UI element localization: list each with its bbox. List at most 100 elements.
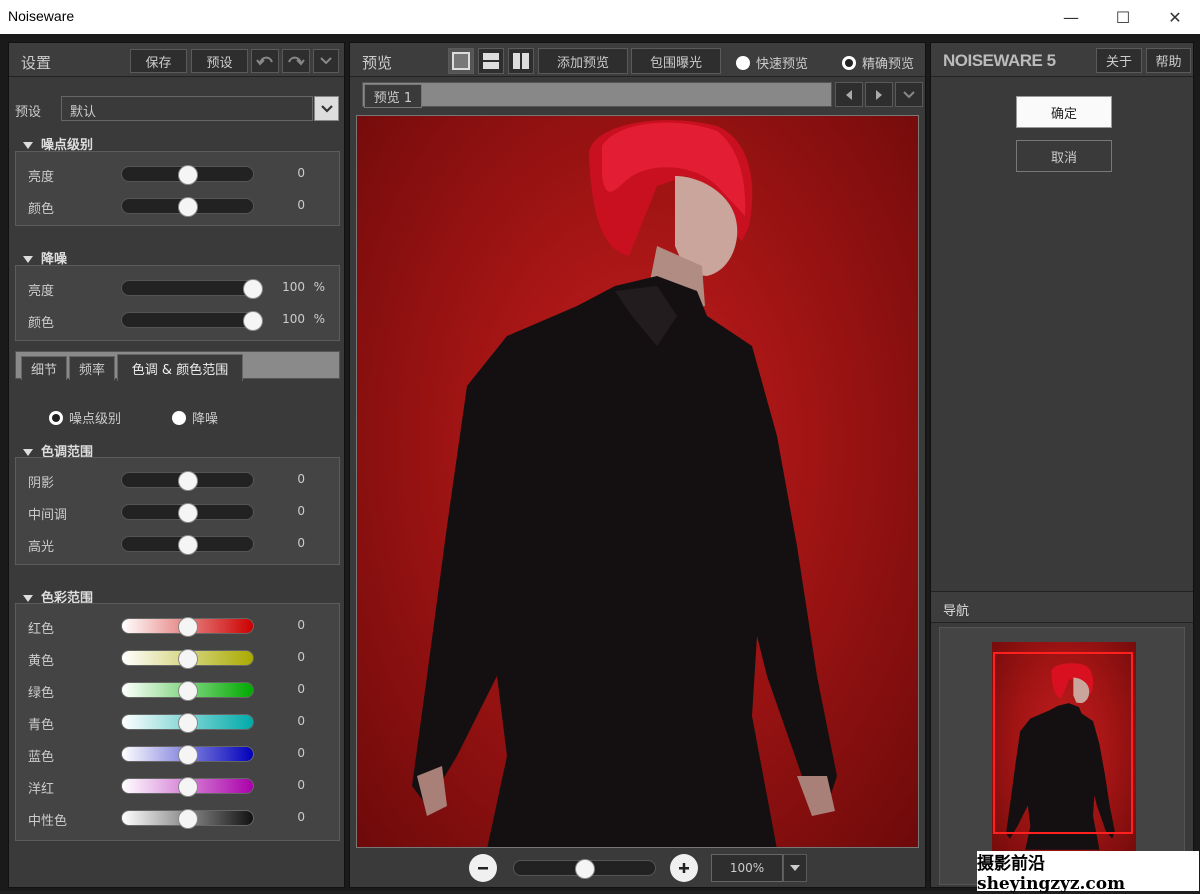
slider-track[interactable] (121, 471, 254, 491)
radio-unselected-icon (172, 410, 186, 425)
slider-track[interactable] (121, 197, 254, 217)
zoom-slider-knob[interactable] (574, 859, 595, 879)
right-panel: NOISEWARE 5 关于 帮助 确定 取消 导航 (930, 42, 1194, 888)
maximize-icon: ☐ (1115, 7, 1131, 27)
chevron-right-icon (876, 89, 882, 100)
save-button[interactable]: 保存 (130, 49, 187, 73)
slider-label: 中性色 (28, 814, 68, 829)
tab-preview-1[interactable]: 预览 1 (364, 84, 422, 108)
zoom-slider[interactable] (513, 859, 656, 879)
split-horizontal-button[interactable] (478, 48, 504, 74)
undo-button[interactable] (251, 49, 279, 73)
slider-track[interactable] (121, 745, 254, 765)
preview-image[interactable] (356, 115, 919, 848)
slider-knob[interactable] (177, 649, 198, 669)
about-button[interactable]: 关于 (1096, 48, 1142, 73)
preset-value: 默认 (70, 105, 97, 120)
navigator-view[interactable] (939, 627, 1185, 885)
minimize-icon: — (1063, 7, 1079, 27)
slider-knob[interactable] (177, 471, 198, 491)
slider-knob[interactable] (177, 165, 198, 185)
denoise-group: 亮度 100% 颜色 100% (15, 265, 340, 341)
add-preview-button[interactable]: 添加预览 (538, 48, 628, 74)
chevron-left-icon (846, 89, 852, 100)
tab-detail[interactable]: 细节 (21, 356, 67, 380)
tab-list-button[interactable] (895, 82, 923, 107)
slider-knob[interactable] (177, 713, 198, 733)
slider-knob[interactable] (177, 503, 198, 523)
slider-track[interactable] (121, 165, 254, 185)
slider-value: 0 (297, 472, 305, 486)
split-vertical-icon (513, 53, 529, 69)
slider-track[interactable] (121, 617, 254, 637)
slider-value: 0 (297, 810, 305, 824)
slider-row: 中间调 0 (16, 496, 339, 528)
slider-track[interactable] (121, 535, 254, 555)
slider-label: 红色 (28, 622, 55, 637)
chevron-down-icon (320, 57, 332, 65)
slider-value: 100 (282, 312, 305, 326)
slider-knob[interactable] (243, 279, 263, 299)
radio-noise-level-label: 噪点级别 (69, 412, 122, 427)
slider-knob[interactable] (177, 681, 198, 701)
maximize-button[interactable]: ☐ (1100, 0, 1146, 34)
slider-knob[interactable] (177, 777, 198, 797)
zoom-level-field[interactable]: 100% (711, 854, 783, 882)
slider-track[interactable] (121, 279, 263, 299)
slider-track[interactable] (121, 713, 254, 733)
cancel-button[interactable]: 取消 (1016, 140, 1112, 172)
bracket-exposure-button[interactable]: 包围曝光 (631, 48, 721, 74)
slider-track[interactable] (121, 503, 254, 523)
redo-button[interactable] (282, 49, 310, 73)
slider-track[interactable] (121, 777, 254, 797)
slider-track[interactable] (121, 649, 254, 669)
single-view-button[interactable] (448, 48, 474, 74)
preset-select[interactable]: 默认 (61, 96, 313, 121)
collapse-triangle-icon (23, 256, 33, 263)
radio-selected-icon (842, 55, 856, 70)
tab-tone-color-range[interactable]: 色调 & 颜色范围 (117, 354, 243, 381)
minimize-button[interactable]: — (1048, 0, 1094, 34)
app-body: 设置 保存 预设 预设 默认 噪点级别 亮度 0 颜色 0 降噪 亮度 100% 颜色 10… (0, 34, 1200, 894)
history-dropdown-button[interactable] (313, 49, 339, 73)
navigator-viewport-rect[interactable] (993, 652, 1133, 834)
zoom-dropdown-button[interactable] (783, 854, 807, 882)
radio-noise-level[interactable]: 噪点级别 (49, 408, 121, 427)
help-button[interactable]: 帮助 (1146, 48, 1191, 73)
slider-knob[interactable] (177, 745, 198, 765)
ok-button[interactable]: 确定 (1016, 96, 1112, 128)
zoom-out-button[interactable] (469, 854, 497, 882)
tab-next-button[interactable] (865, 82, 893, 107)
slider-knob[interactable] (177, 535, 198, 555)
window-title: Noiseware (8, 8, 75, 24)
radio-fast-preview[interactable]: 快速预览 (736, 53, 808, 72)
slider-value: 0 (297, 714, 305, 728)
slider-row: 亮度 0 (16, 158, 339, 190)
slider-label: 蓝色 (28, 750, 55, 765)
radio-precise-preview[interactable]: 精确预览 (842, 53, 914, 72)
split-vertical-button[interactable] (508, 48, 534, 74)
radio-denoise[interactable]: 降噪 (172, 408, 218, 427)
preset-button[interactable]: 预设 (191, 49, 248, 73)
settings-title: 设置 (21, 54, 52, 72)
chevron-down-icon (320, 104, 333, 113)
slider-track[interactable] (121, 681, 254, 701)
slider-track[interactable] (121, 311, 263, 331)
slider-knob[interactable] (177, 809, 198, 829)
zoom-in-button[interactable] (670, 854, 698, 882)
slider-knob[interactable] (177, 197, 198, 217)
color-range-group: 红色 0 黄色 0 绿色 0 青色 0 蓝色 0 洋红 0 中性色 0 (15, 603, 340, 841)
preset-dropdown-button[interactable] (314, 96, 339, 121)
slider-knob[interactable] (177, 617, 198, 637)
slider-knob[interactable] (243, 311, 263, 331)
tab-frequency[interactable]: 频率 (69, 356, 115, 380)
radio-unselected-icon (736, 55, 750, 70)
tab-prev-button[interactable] (835, 82, 863, 107)
plus-icon (679, 863, 689, 873)
close-button[interactable]: ✕ (1152, 0, 1198, 34)
slider-label: 颜色 (28, 202, 55, 217)
slider-track[interactable] (121, 809, 254, 829)
slider-value: 100 (282, 280, 305, 294)
slider-label: 阴影 (28, 476, 55, 491)
collapse-triangle-icon (23, 595, 33, 602)
